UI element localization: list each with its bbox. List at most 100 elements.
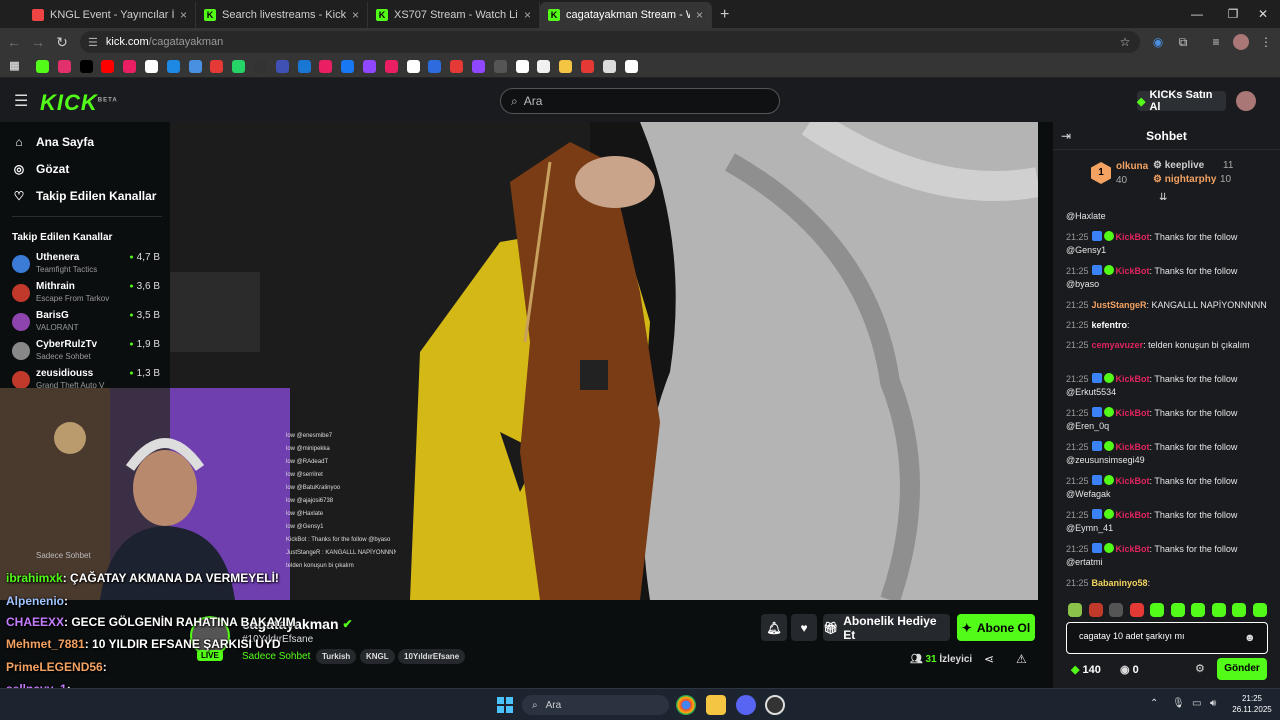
bookmark-favicon-icon[interactable] xyxy=(297,60,311,73)
extension-icon[interactable]: ◉ xyxy=(1150,34,1166,50)
site-info-icon[interactable]: ☰ xyxy=(88,36,98,49)
user-avatar[interactable] xyxy=(1236,91,1256,111)
followed-channel[interactable]: CyberRulzTv Sadece Sohbet 1,9 B xyxy=(12,339,160,365)
emote-icon[interactable] xyxy=(1088,603,1103,617)
message-username[interactable]: KickBot xyxy=(1116,476,1150,486)
file-explorer-icon[interactable] xyxy=(706,695,726,715)
bookmark-favicon-icon[interactable] xyxy=(559,60,573,73)
followed-channel[interactable]: Mithrain Escape From Tarkov 3,6 B xyxy=(12,281,160,307)
bookmark-favicon-icon[interactable] xyxy=(406,60,420,73)
leaderboard-second[interactable]: ⚙ keeplive xyxy=(1153,160,1204,171)
volume-icon[interactable]: 🔊︎ xyxy=(1210,698,1216,709)
notification-bell-button[interactable]: 🔔︎ xyxy=(761,614,787,641)
search-input[interactable]: ⌕ Ara xyxy=(500,88,780,114)
expand-leaderboard-icon[interactable]: ⇊ xyxy=(1159,192,1167,203)
bookmark-favicon-icon[interactable] xyxy=(232,60,246,73)
app-icon[interactable] xyxy=(765,695,785,715)
channel-points[interactable]: ◉ 0 xyxy=(1120,663,1139,676)
stream-category[interactable]: Sadece Sohbet xyxy=(242,651,310,662)
discord-icon[interactable] xyxy=(736,695,756,715)
bookmark-favicon-icon[interactable] xyxy=(624,60,638,73)
emote-icon[interactable] xyxy=(1129,603,1144,617)
bookmark-favicon-icon[interactable] xyxy=(602,60,616,73)
stream-tag[interactable]: KNGL xyxy=(360,649,395,664)
message-username[interactable]: kefentro xyxy=(1092,320,1128,330)
report-icon[interactable]: ⚠ xyxy=(1016,652,1027,666)
emote-icon[interactable] xyxy=(1211,603,1226,617)
system-clock[interactable]: 21:25 26.11.2025 xyxy=(1226,693,1278,715)
bookmark-favicon-icon[interactable] xyxy=(384,60,398,73)
message-username[interactable]: KickBot xyxy=(1116,374,1150,384)
message-username[interactable]: KickBot xyxy=(1116,442,1150,452)
browser-tab[interactable]: KNGL Event - Yayıncılar İçin Etki × xyxy=(24,2,196,28)
bookmark-favicon-icon[interactable] xyxy=(363,60,376,73)
followed-channel[interactable]: Uthenera Teamfight Tactics 4,7 B xyxy=(12,252,160,278)
message-username[interactable]: JustStangeR xyxy=(1092,300,1147,310)
bookmark-favicon-icon[interactable] xyxy=(79,60,93,73)
emote-icon[interactable] xyxy=(1150,603,1164,617)
reload-icon[interactable]: ↻ xyxy=(50,34,74,51)
message-username[interactable]: KickBot xyxy=(1116,510,1150,520)
tab-close-icon[interactable]: × xyxy=(352,8,359,22)
bookmark-favicon-icon[interactable] xyxy=(123,60,137,73)
send-button[interactable]: Gönder xyxy=(1217,658,1267,680)
emote-icon[interactable] xyxy=(1170,603,1185,617)
gift-sub-button[interactable]: 🎁︎ Abonelik Hediye Et xyxy=(823,614,950,642)
url-bar[interactable]: ☰ kick.com/cagatayakman xyxy=(80,31,1140,53)
bookmark-favicon-icon[interactable] xyxy=(57,60,71,73)
subscribe-button[interactable]: ✦ Abone Ol xyxy=(957,614,1035,641)
reading-list-icon[interactable]: ≡ xyxy=(1208,34,1224,50)
message-username[interactable]: cemyavuzer xyxy=(1092,340,1144,350)
bookmark-favicon-icon[interactable] xyxy=(275,60,289,73)
message-username[interactable]: KickBot xyxy=(1116,408,1150,418)
bookmark-favicon-icon[interactable] xyxy=(428,60,442,73)
browser-menu-icon[interactable]: ⋮ xyxy=(1258,34,1274,50)
extensions-puzzle-icon[interactable]: ⧉ xyxy=(1175,34,1191,50)
menu-icon[interactable]: ☰ xyxy=(14,91,28,111)
back-icon[interactable]: ← xyxy=(2,34,26,50)
message-username[interactable]: KickBot xyxy=(1116,266,1150,276)
browser-tab[interactable]: K Search livestreams - Kick Stream × xyxy=(196,2,368,28)
message-username[interactable]: KickBot xyxy=(1116,232,1150,242)
bookmark-favicon-icon[interactable] xyxy=(581,60,594,73)
bookmark-favicon-icon[interactable] xyxy=(188,60,202,73)
tab-close-icon[interactable]: × xyxy=(524,8,531,22)
network-icon[interactable]: ▭ xyxy=(1192,698,1201,709)
bookmark-favicon-icon[interactable] xyxy=(341,60,355,73)
leader-name[interactable]: olkuna xyxy=(1116,161,1148,172)
chat-input[interactable]: cagatay 10 adet şarkıyı mı xyxy=(1066,622,1268,654)
maximize-button[interactable]: ❐ xyxy=(1216,0,1250,28)
bookmark-favicon-icon[interactable] xyxy=(101,60,115,73)
bookmark-favicon-icon[interactable] xyxy=(254,60,267,73)
bookmark-favicon-icon[interactable] xyxy=(537,60,551,73)
tab-close-icon[interactable]: × xyxy=(180,8,187,22)
chrome-taskbar-icon[interactable] xyxy=(676,695,696,715)
tab-close-icon[interactable]: × xyxy=(696,8,703,22)
tray-chevron-icon[interactable]: ⌃ xyxy=(1150,698,1158,709)
emote-icon[interactable] xyxy=(1109,603,1123,617)
emoji-picker-icon[interactable]: ☻ xyxy=(1244,632,1256,644)
emote-icon[interactable] xyxy=(1068,603,1082,617)
profile-avatar[interactable] xyxy=(1233,34,1249,50)
browser-tab[interactable]: Kcagatayakman Stream - Wat × xyxy=(540,2,712,28)
forward-icon[interactable]: → xyxy=(26,34,50,50)
bookmark-favicon-icon[interactable] xyxy=(36,60,49,73)
minimize-button[interactable]: — xyxy=(1180,0,1214,28)
browser-tab[interactable]: K XS707 Stream - Watch Live on Ki × xyxy=(368,2,540,28)
share-icon[interactable]: ⋖ xyxy=(984,652,994,666)
windows-start-icon[interactable] xyxy=(497,697,513,713)
emote-icon[interactable] xyxy=(1191,603,1205,617)
bookmark-favicon-icon[interactable] xyxy=(145,60,158,73)
sidebar-nav-item[interactable]: ⌂ Ana Sayfa xyxy=(12,135,94,149)
message-username[interactable]: Babaninyo58 xyxy=(1092,578,1148,588)
followed-channel[interactable]: BarisG VALORANT 3,5 B xyxy=(12,310,160,336)
bookmark-favicon-icon[interactable] xyxy=(319,60,333,73)
bookmark-favicon-icon[interactable] xyxy=(515,60,529,73)
emote-icon[interactable] xyxy=(1232,603,1246,617)
kick-logo[interactable]: KICKBETA xyxy=(40,90,118,116)
chat-settings-icon[interactable]: ⚙ xyxy=(1195,662,1205,675)
taskbar-search[interactable]: ⌕ Ara xyxy=(522,695,669,715)
stream-tag[interactable]: Turkish xyxy=(316,649,357,664)
bookmark-favicon-icon[interactable] xyxy=(166,60,180,73)
close-window-button[interactable]: ✕ xyxy=(1246,0,1280,28)
